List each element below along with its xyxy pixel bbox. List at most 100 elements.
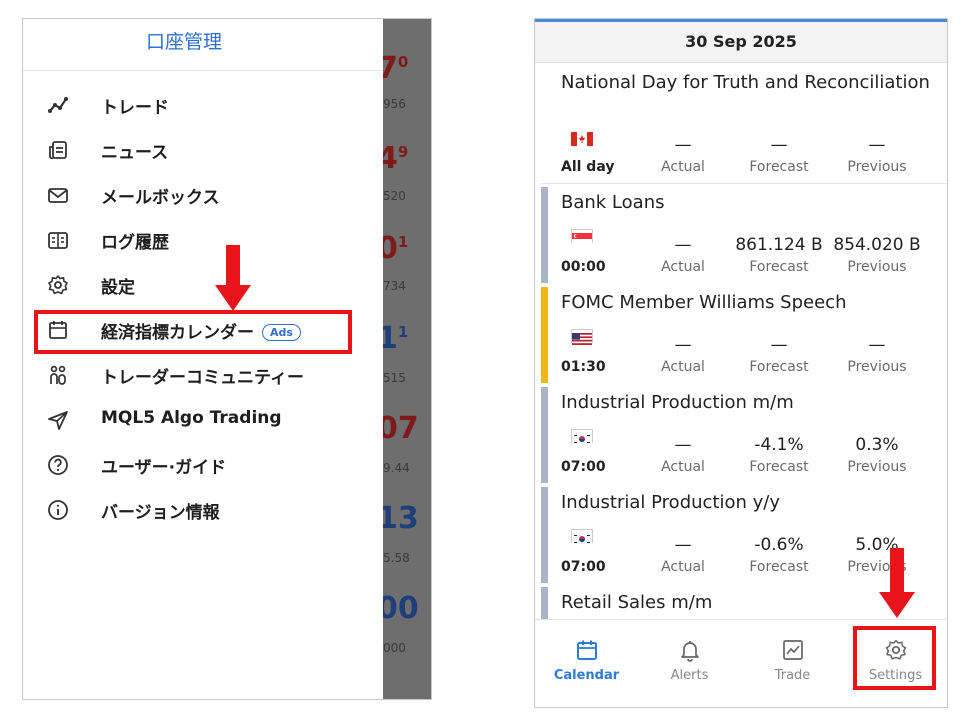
menu-item-mailbox[interactable]: メールボックス bbox=[23, 173, 383, 217]
log-history-icon bbox=[47, 229, 69, 251]
quote-small: 5.58 bbox=[383, 551, 410, 565]
forecast-caption: Forecast bbox=[749, 159, 809, 175]
quote-small: 520 bbox=[383, 189, 406, 203]
quote-big: 70 bbox=[383, 51, 409, 86]
quote-small: 000 bbox=[383, 641, 406, 655]
event-time: All day bbox=[561, 159, 615, 175]
importance-bar bbox=[541, 487, 548, 583]
bell-icon bbox=[678, 638, 702, 662]
previous-value: 5.0% bbox=[855, 535, 899, 555]
menu-item-news[interactable]: ニュース bbox=[23, 128, 383, 172]
menu-item-settings[interactable]: 設定 bbox=[23, 263, 383, 307]
event-name: Retail Sales m/m bbox=[561, 592, 713, 613]
quote-small: 9.44 bbox=[383, 461, 410, 475]
quote-big: 01 bbox=[383, 231, 409, 266]
event-name: Industrial Production m/m bbox=[561, 392, 794, 413]
menu-item-trade[interactable]: トレード bbox=[23, 83, 383, 127]
actual-caption: Actual bbox=[661, 559, 705, 575]
menu-item-label: ユーザー·ガイド bbox=[101, 458, 227, 478]
tab-label: Trade bbox=[774, 668, 811, 683]
help-icon bbox=[47, 454, 69, 476]
news-icon bbox=[47, 139, 69, 161]
drawer-title[interactable]: 口座管理 bbox=[23, 27, 345, 54]
calendar-event[interactable]: FOMC Member Williams Speech 01:30 — — — … bbox=[535, 285, 947, 385]
quote-big: 13 bbox=[383, 501, 419, 536]
actual-value: — bbox=[674, 535, 692, 555]
menu-item-log-history[interactable]: ログ履歴 bbox=[23, 218, 383, 262]
forecast-caption: Forecast bbox=[749, 259, 809, 275]
highlight-box-settings-tab bbox=[853, 626, 936, 690]
divider bbox=[541, 183, 947, 184]
actual-caption: Actual bbox=[661, 359, 705, 375]
quote-big: 00 bbox=[383, 591, 419, 626]
menu-item-version-info[interactable]: バージョン情報 bbox=[23, 488, 383, 532]
calendar-event[interactable]: Industrial Production m/m 07:00 — -4.1% … bbox=[535, 385, 947, 485]
actual-caption: Actual bbox=[661, 259, 705, 275]
trade-chart-icon bbox=[47, 94, 69, 116]
send-icon bbox=[47, 409, 69, 431]
calendar-event[interactable]: Bank Loans 00:00 — 861.124 B 854.020 B A… bbox=[535, 185, 947, 285]
divider bbox=[23, 70, 383, 71]
event-time: 07:00 bbox=[561, 559, 606, 575]
forecast-value: — bbox=[770, 335, 788, 355]
actual-value: — bbox=[674, 235, 692, 255]
menu-item-user-guide[interactable]: ユーザー·ガイド bbox=[23, 443, 383, 487]
mail-icon bbox=[47, 184, 69, 206]
event-name: National Day for Truth and Reconciliatio… bbox=[561, 72, 930, 93]
quote-big: 49 bbox=[383, 141, 409, 176]
actual-value: — bbox=[674, 435, 692, 455]
forecast-caption: Forecast bbox=[749, 459, 809, 475]
tab-trade[interactable]: Trade bbox=[741, 620, 844, 707]
singapore-flag-icon bbox=[571, 229, 593, 245]
forecast-value: -4.1% bbox=[754, 435, 804, 455]
previous-value: — bbox=[868, 335, 886, 355]
previous-caption: Previous bbox=[847, 359, 907, 375]
quote-small: 956 bbox=[383, 97, 406, 111]
actual-caption: Actual bbox=[661, 459, 705, 475]
menu-item-label: ニュース bbox=[101, 143, 169, 163]
previous-caption: Previous bbox=[847, 559, 907, 575]
trade-chart-icon bbox=[781, 638, 805, 662]
event-name: Bank Loans bbox=[561, 192, 665, 213]
previous-caption: Previous bbox=[847, 459, 907, 475]
actual-value: — bbox=[674, 135, 692, 155]
menu-item-label: メールボックス bbox=[101, 188, 220, 208]
tab-alerts[interactable]: Alerts bbox=[638, 620, 741, 707]
forecast-caption: Forecast bbox=[749, 559, 809, 575]
previous-caption: Previous bbox=[847, 159, 907, 175]
quote-big: 07 bbox=[383, 411, 419, 446]
calendar-event[interactable]: National Day for Truth and Reconciliatio… bbox=[535, 65, 947, 175]
canada-flag-icon bbox=[571, 131, 593, 146]
gear-icon bbox=[47, 274, 69, 296]
quote-small: 734 bbox=[383, 279, 406, 293]
forecast-caption: Forecast bbox=[749, 359, 809, 375]
forecast-value: — bbox=[770, 135, 788, 155]
event-name: FOMC Member Williams Speech bbox=[561, 292, 847, 313]
dimmed-quotes-background[interactable]: 70 956 49 520 01 734 11 515 07 9.44 13 5… bbox=[383, 19, 431, 699]
event-name: Industrial Production y/y bbox=[561, 492, 780, 513]
importance-bar bbox=[541, 387, 548, 483]
quote-small: 515 bbox=[383, 371, 406, 385]
menu-item-label: MQL5 Algo Trading bbox=[101, 408, 282, 428]
menu-item-trader-community[interactable]: トレーダーコミュニティー bbox=[23, 353, 383, 397]
importance-bar bbox=[541, 587, 548, 619]
tab-label: Alerts bbox=[670, 668, 709, 683]
menu-item-label: バージョン情報 bbox=[101, 503, 220, 523]
event-time: 07:00 bbox=[561, 459, 606, 475]
navigation-drawer: 口座管理 トレード ニュース メールボックス ログ履歴 設定 経済指標カレンダー… bbox=[23, 19, 383, 699]
info-icon bbox=[47, 499, 69, 521]
importance-bar bbox=[541, 187, 548, 283]
previous-value: — bbox=[868, 135, 886, 155]
forecast-value: 861.124 B bbox=[735, 235, 823, 255]
tab-calendar[interactable]: Calendar bbox=[535, 620, 638, 707]
calendar-event[interactable]: Industrial Production y/y 07:00 — -0.6% … bbox=[535, 485, 947, 585]
menu-item-label: トレーダーコミュニティー bbox=[101, 368, 304, 388]
event-time: 01:30 bbox=[561, 359, 606, 375]
quote-big: 11 bbox=[383, 321, 409, 356]
date-header: 30 Sep 2025 bbox=[535, 22, 947, 63]
drawer-screenshot: 口座管理 トレード ニュース メールボックス ログ履歴 設定 経済指標カレンダー… bbox=[22, 18, 432, 700]
actual-caption: Actual bbox=[661, 159, 705, 175]
event-time: 00:00 bbox=[561, 259, 606, 275]
menu-item-mql5-algo-trading[interactable]: MQL5 Algo Trading bbox=[23, 398, 383, 442]
menu-item-label: トレード bbox=[101, 98, 169, 118]
